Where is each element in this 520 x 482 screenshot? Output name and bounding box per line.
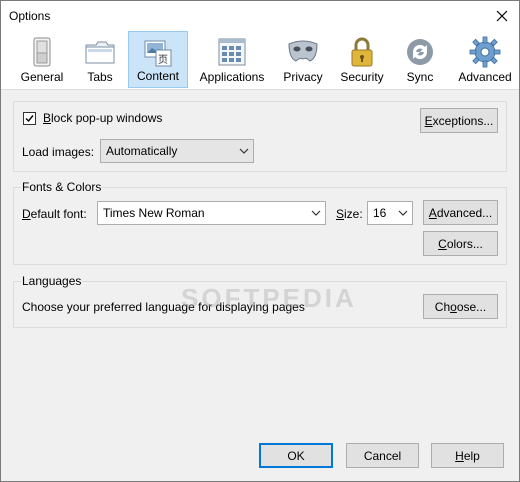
applications-icon bbox=[218, 38, 246, 66]
mask-icon bbox=[288, 40, 318, 62]
load-images-value: Automatically bbox=[106, 144, 178, 158]
chevron-down-icon bbox=[398, 210, 408, 216]
close-icon bbox=[496, 10, 508, 22]
default-font-label: Default font: bbox=[22, 207, 87, 221]
tab-privacy[interactable]: Privacy bbox=[278, 31, 328, 88]
block-popups-label[interactable]: Block pop-up windows bbox=[43, 111, 162, 125]
font-size-value: 16 bbox=[373, 206, 387, 220]
chevron-down-icon bbox=[239, 148, 249, 154]
window-title: Options bbox=[9, 9, 51, 23]
title-bar: Options bbox=[1, 1, 519, 31]
size-label: Size: bbox=[336, 207, 363, 221]
tab-label: Sync bbox=[406, 70, 434, 84]
sync-icon bbox=[407, 39, 433, 65]
languages-description: Choose your preferred language for displ… bbox=[22, 300, 305, 314]
options-toolbar: General Tabs 页 Content Applications Priv… bbox=[1, 31, 519, 90]
advanced-fonts-button[interactable]: Advanced... bbox=[423, 200, 498, 225]
gear-icon bbox=[469, 36, 501, 68]
padlock-icon bbox=[351, 37, 373, 67]
checkmark-icon bbox=[25, 115, 34, 123]
tab-applications[interactable]: Applications bbox=[195, 31, 269, 88]
block-popups-checkbox[interactable] bbox=[23, 112, 36, 125]
tab-content[interactable]: 页 Content bbox=[128, 31, 188, 88]
tab-label: Security bbox=[340, 70, 384, 84]
colors-button[interactable]: Colors... bbox=[423, 231, 498, 256]
tab-security[interactable]: Security bbox=[337, 31, 387, 88]
tab-tabs[interactable]: Tabs bbox=[77, 31, 123, 88]
tabs-icon bbox=[85, 41, 115, 64]
font-size-select[interactable]: 16 bbox=[367, 201, 413, 225]
default-font-value: Times New Roman bbox=[103, 206, 205, 220]
help-button[interactable]: Help bbox=[431, 443, 504, 468]
close-button[interactable] bbox=[485, 1, 519, 31]
chevron-down-icon bbox=[311, 210, 321, 216]
tab-label: Content bbox=[136, 69, 180, 83]
default-font-select[interactable]: Times New Roman bbox=[97, 201, 326, 225]
tab-advanced[interactable]: Advanced bbox=[454, 31, 516, 88]
exceptions-button[interactable]: Exceptions... bbox=[420, 108, 498, 133]
cancel-button[interactable]: Cancel bbox=[346, 443, 419, 468]
ok-button[interactable]: OK bbox=[259, 443, 333, 468]
tab-sync[interactable]: Sync bbox=[399, 31, 441, 88]
choose-language-button[interactable]: Ch o ose... bbox=[423, 294, 498, 319]
tab-label: Privacy bbox=[283, 70, 323, 84]
languages-title: Languages bbox=[21, 274, 83, 288]
options-window: Options General Tabs 页 Content Applicati… bbox=[0, 0, 520, 482]
tab-general[interactable]: General bbox=[13, 31, 71, 88]
load-images-select[interactable]: Automatically bbox=[100, 139, 254, 163]
content-icon: 页 bbox=[144, 40, 172, 67]
tab-label: Advanced bbox=[458, 70, 512, 84]
svg-text:页: 页 bbox=[158, 54, 168, 66]
tab-label: Tabs bbox=[87, 70, 113, 84]
load-images-label: Load images: bbox=[22, 145, 95, 159]
tab-label: General bbox=[20, 70, 64, 84]
switch-icon bbox=[33, 37, 51, 67]
tab-label: Applications bbox=[199, 70, 265, 84]
fonts-colors-title: Fonts & Colors bbox=[21, 180, 103, 194]
